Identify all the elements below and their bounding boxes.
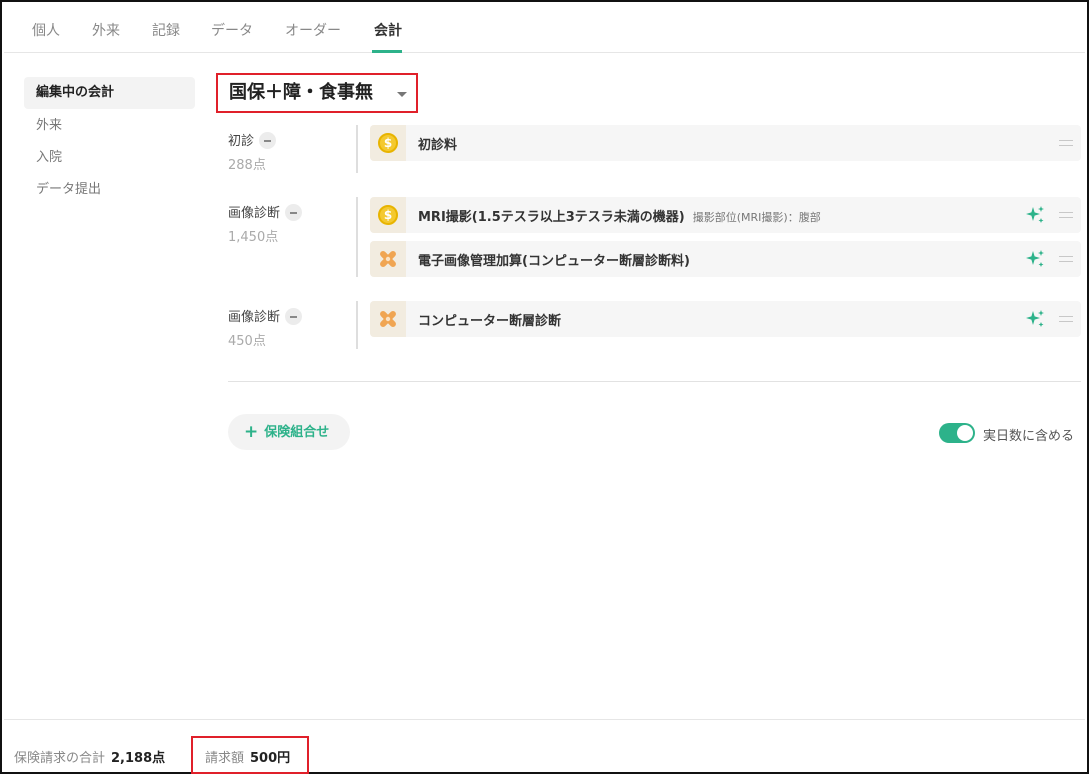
tab-records[interactable]: 記録: [152, 20, 180, 40]
coin-icon: $: [370, 197, 406, 233]
insurance-total-value: 2,188点: [111, 751, 166, 766]
bandage-icon: [370, 301, 406, 337]
claim-value: 500円: [250, 751, 291, 766]
item-name: MRI撮影(1.5テスラ以上3テスラ未満の機器): [418, 210, 685, 225]
add-insurance-label: 保険組合せ: [264, 425, 330, 440]
insurance-total-label: 保険請求の合計: [14, 751, 106, 766]
list-item[interactable]: $ 初診料: [370, 125, 1081, 161]
drag-handle-icon[interactable]: [1059, 212, 1073, 218]
group-label: 画像診断: [228, 202, 303, 221]
section-divider: [228, 381, 1081, 382]
insurance-total: 保険請求の合計 2,188点: [14, 747, 165, 766]
footer-summary: 保険請求の合計 2,188点 請求額 500円: [4, 719, 1085, 774]
group-label: 初診: [228, 130, 277, 149]
ai-sparkle-icon[interactable]: [1025, 309, 1045, 329]
drag-handle-icon[interactable]: [1059, 140, 1073, 146]
add-insurance-combination-button[interactable]: + 保険組合せ: [228, 414, 350, 450]
collapse-minus-icon[interactable]: [285, 203, 303, 221]
sidebar-item-editing-account[interactable]: 編集中の会計: [24, 77, 195, 109]
group-points: 450点: [228, 334, 266, 349]
tab-data[interactable]: データ: [211, 20, 253, 40]
group-points: 1,450点: [228, 230, 279, 245]
top-tab-bar: 個人 外来 記録 データ オーダー 会計: [4, 4, 1085, 53]
caret-down-icon: [397, 92, 407, 97]
claim-amount: 請求額 500円: [205, 747, 290, 766]
toggle-label: 実日数に含める: [983, 429, 1075, 444]
claim-label: 請求額: [205, 751, 245, 766]
drag-handle-icon[interactable]: [1059, 316, 1073, 322]
drag-handle-icon[interactable]: [1059, 256, 1073, 262]
insurance-title: 国保＋障・食事無: [229, 82, 373, 103]
group-name: 画像診断: [228, 310, 281, 325]
group-name: 初診: [228, 134, 255, 149]
ai-sparkle-icon[interactable]: [1025, 205, 1045, 225]
insurance-selector[interactable]: 国保＋障・食事無: [216, 73, 418, 113]
group-name: 画像診断: [228, 206, 281, 221]
tab-outpatient[interactable]: 外来: [92, 20, 120, 40]
group-divider: [356, 197, 358, 277]
active-tab-indicator: [372, 50, 402, 53]
sidebar-item-data-submission[interactable]: データ提出: [24, 174, 195, 206]
item-detail: 撮影部位(MRI撮影)：腹部: [692, 211, 821, 224]
app-window: 個人 外来 記録 データ オーダー 会計 編集中の会計 外来 入院 データ提出 …: [0, 0, 1089, 774]
collapse-minus-icon[interactable]: [285, 307, 303, 325]
sidebar-item-inpatient[interactable]: 入院: [24, 142, 195, 174]
group-divider: [356, 125, 358, 173]
include-actual-days-toggle[interactable]: [939, 423, 975, 443]
list-item[interactable]: 電子画像管理加算(コンピューター断層診断料): [370, 241, 1081, 277]
tab-accounting[interactable]: 会計: [374, 20, 402, 40]
item-name: 初診料: [418, 138, 458, 153]
list-item[interactable]: $ MRI撮影(1.5テスラ以上3テスラ未満の機器) 撮影部位(MRI撮影)：腹部: [370, 197, 1081, 233]
item-name: コンピューター断層診断: [418, 314, 562, 329]
toggle-knob: [957, 425, 973, 441]
collapse-minus-icon[interactable]: [259, 131, 277, 149]
ai-sparkle-icon[interactable]: [1025, 249, 1045, 269]
group-label: 画像診断: [228, 306, 303, 325]
group-divider: [356, 301, 358, 349]
item-name: 電子画像管理加算(コンピューター断層診断料): [418, 254, 690, 269]
plus-icon: +: [244, 422, 259, 442]
group-points: 288点: [228, 158, 266, 173]
coin-icon: $: [370, 125, 406, 161]
tab-order[interactable]: オーダー: [285, 20, 341, 40]
list-item[interactable]: コンピューター断層診断: [370, 301, 1081, 337]
sidebar-item-outpatient[interactable]: 外来: [24, 110, 195, 142]
bandage-icon: [370, 241, 406, 277]
tab-personal[interactable]: 個人: [32, 20, 60, 40]
